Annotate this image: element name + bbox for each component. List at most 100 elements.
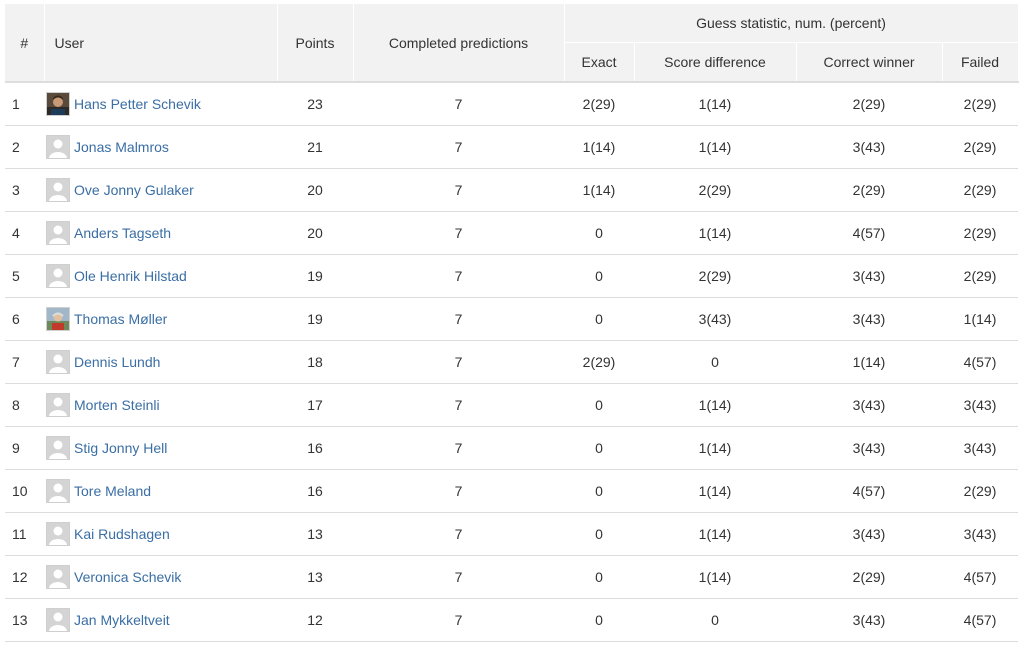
cell-user: Jan Mykkeltveit xyxy=(44,598,277,642)
cell-score-difference: 1(14) xyxy=(634,555,796,599)
cell-completed-predictions: 7 xyxy=(353,125,564,169)
user-link[interactable]: Stig Jonny Hell xyxy=(74,440,167,456)
cell-score-difference: 0 xyxy=(634,340,796,384)
cell-failed: 1(14) xyxy=(942,297,1019,341)
user-link[interactable]: Dennis Lundh xyxy=(74,354,160,370)
cell-failed: 4(57) xyxy=(942,598,1019,642)
default-avatar-icon xyxy=(46,221,70,245)
table-row: 10 Tore Meland 16 7 0 1(14) 4(57) 2(29) xyxy=(5,469,1019,513)
header-score-difference: Score difference xyxy=(634,42,797,83)
cell-completed-predictions: 7 xyxy=(353,340,564,384)
header-completed-predictions: Completed predictions xyxy=(353,4,565,83)
cell-correct-winner: 3(43) xyxy=(796,383,942,427)
default-avatar-icon xyxy=(46,264,70,288)
table-row: 12 Veronica Schevik 13 7 0 1(14) 2(29) 4(57) xyxy=(5,555,1019,599)
header-exact: Exact xyxy=(564,42,635,83)
cell-points: 17 xyxy=(277,383,353,427)
cell-user: Dennis Lundh xyxy=(44,340,277,384)
cell-user: Thomas Møller xyxy=(44,297,277,341)
cell-failed: 3(43) xyxy=(942,383,1019,427)
cell-user: Stig Jonny Hell xyxy=(44,426,277,470)
table-row: 7 Dennis Lundh 18 7 2(29) 0 1(14) 4(57) xyxy=(5,340,1019,384)
cell-rank: 5 xyxy=(5,254,44,298)
cell-exact: 0 xyxy=(564,254,634,298)
cell-score-difference: 1(14) xyxy=(634,82,796,126)
cell-completed-predictions: 7 xyxy=(353,598,564,642)
user-link[interactable]: Anders Tagseth xyxy=(74,225,171,241)
cell-points: 13 xyxy=(277,555,353,599)
default-avatar-icon xyxy=(46,479,70,503)
cell-completed-predictions: 7 xyxy=(353,469,564,513)
cell-correct-winner: 3(43) xyxy=(796,426,942,470)
cell-points: 12 xyxy=(277,598,353,642)
user-link[interactable]: Ole Henrik Hilstad xyxy=(74,268,187,284)
cell-completed-predictions: 7 xyxy=(353,383,564,427)
header-correct-winner: Correct winner xyxy=(796,42,943,83)
cell-failed: 2(29) xyxy=(942,254,1019,298)
cell-exact: 0 xyxy=(564,211,634,255)
cell-user: Ove Jonny Gulaker xyxy=(44,168,277,212)
cell-exact: 0 xyxy=(564,555,634,599)
table-body: 1 Hans Petter Schevik 23 7 2(29) 1(14) 2(29) 2(… xyxy=(5,82,1019,642)
user-link[interactable]: Tore Meland xyxy=(74,483,151,499)
cell-failed: 2(29) xyxy=(942,469,1019,513)
cell-score-difference: 1(14) xyxy=(634,125,796,169)
user-link[interactable]: Kai Rudshagen xyxy=(74,526,170,542)
cell-exact: 2(29) xyxy=(564,340,634,384)
user-link[interactable]: Jonas Malmros xyxy=(74,139,169,155)
cell-completed-predictions: 7 xyxy=(353,82,564,126)
user-link[interactable]: Hans Petter Schevik xyxy=(74,96,201,112)
table-row: 1 Hans Petter Schevik 23 7 2(29) 1(14) 2(29) 2(… xyxy=(5,82,1019,126)
cell-failed: 2(29) xyxy=(942,168,1019,212)
cell-correct-winner: 2(29) xyxy=(796,82,942,126)
user-link[interactable]: Morten Steinli xyxy=(74,397,160,413)
cell-points: 20 xyxy=(277,211,353,255)
cell-correct-winner: 3(43) xyxy=(796,254,942,298)
cell-score-difference: 3(43) xyxy=(634,297,796,341)
cell-rank: 4 xyxy=(5,211,44,255)
default-avatar-icon xyxy=(46,522,70,546)
cell-completed-predictions: 7 xyxy=(353,168,564,212)
leaderboard: # User Points Completed predictions Gues… xyxy=(5,4,1019,642)
cell-rank: 2 xyxy=(5,125,44,169)
default-avatar-icon xyxy=(46,436,70,460)
header-points: Points xyxy=(277,4,354,83)
cell-exact: 0 xyxy=(564,426,634,470)
cell-completed-predictions: 7 xyxy=(353,555,564,599)
cell-correct-winner: 3(43) xyxy=(796,598,942,642)
cell-points: 18 xyxy=(277,340,353,384)
cell-points: 21 xyxy=(277,125,353,169)
cell-points: 16 xyxy=(277,426,353,470)
table-row: 6 Thomas Møller 19 7 0 3(43) 3(43) 1(14) xyxy=(5,297,1019,341)
user-link[interactable]: Veronica Schevik xyxy=(74,569,181,585)
table-row: 13 Jan Mykkeltveit 12 7 0 0 3(43) 4(57) xyxy=(5,598,1019,642)
default-avatar-icon xyxy=(46,135,70,159)
user-link[interactable]: Thomas Møller xyxy=(74,311,167,327)
cell-correct-winner: 3(43) xyxy=(796,297,942,341)
cell-points: 19 xyxy=(277,254,353,298)
cell-exact: 0 xyxy=(564,383,634,427)
table-row: 5 Ole Henrik Hilstad 19 7 0 2(29) 3(43) 2(29) xyxy=(5,254,1019,298)
cell-rank: 12 xyxy=(5,555,44,599)
cell-score-difference: 1(14) xyxy=(634,383,796,427)
cell-exact: 0 xyxy=(564,469,634,513)
cell-exact: 1(14) xyxy=(564,125,634,169)
cell-user: Tore Meland xyxy=(44,469,277,513)
cell-correct-winner: 4(57) xyxy=(796,211,942,255)
default-avatar-icon xyxy=(46,178,70,202)
leaderboard-table: # User Points Completed predictions Gues… xyxy=(5,4,1019,642)
user-link[interactable]: Jan Mykkeltveit xyxy=(74,612,170,628)
cell-points: 19 xyxy=(277,297,353,341)
cell-exact: 0 xyxy=(564,598,634,642)
default-avatar-icon xyxy=(46,608,70,632)
default-avatar-icon xyxy=(46,393,70,417)
cell-rank: 10 xyxy=(5,469,44,513)
cell-correct-winner: 2(29) xyxy=(796,168,942,212)
cell-user: Anders Tagseth xyxy=(44,211,277,255)
table-row: 11 Kai Rudshagen 13 7 0 1(14) 3(43) 3(43) xyxy=(5,512,1019,556)
table-row: 9 Stig Jonny Hell 16 7 0 1(14) 3(43) 3(43) xyxy=(5,426,1019,470)
cell-user: Hans Petter Schevik xyxy=(44,82,277,126)
cell-score-difference: 1(14) xyxy=(634,211,796,255)
user-link[interactable]: Ove Jonny Gulaker xyxy=(74,182,194,198)
cell-rank: 3 xyxy=(5,168,44,212)
